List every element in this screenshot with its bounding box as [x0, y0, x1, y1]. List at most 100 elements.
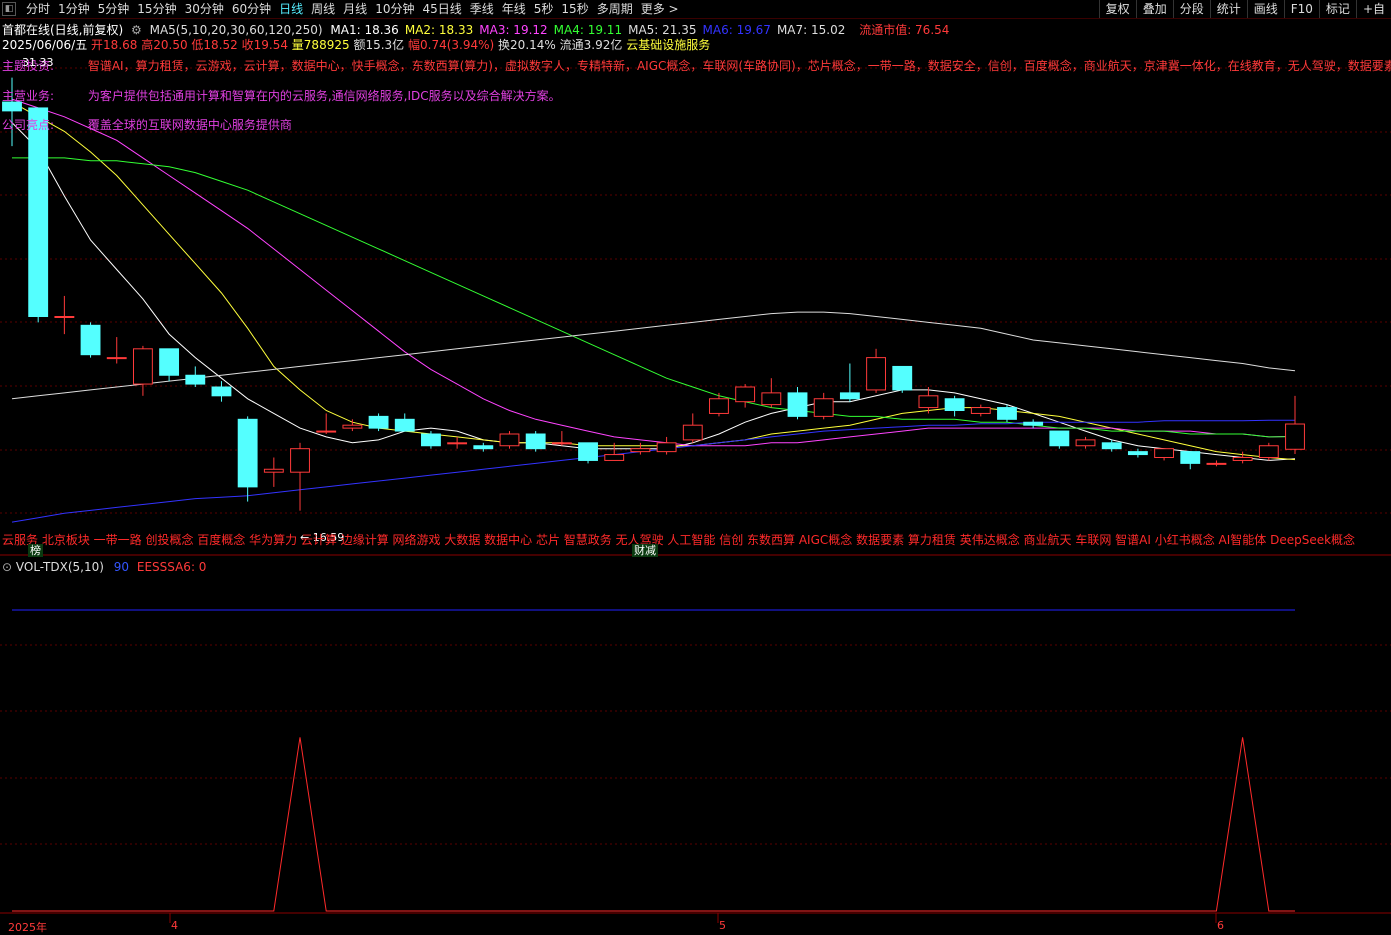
candle-body-43 [1127, 451, 1148, 456]
tab-13[interactable]: 5秒 [530, 0, 558, 18]
tab-4[interactable]: 30分钟 [181, 0, 228, 18]
candle-body-30 [787, 392, 808, 417]
business-label: 主营业务: [2, 89, 55, 103]
ma-value-4: MA4: 19.11 [553, 23, 623, 37]
business-text: 为客户提供包括通用计算和智算在内的云服务,通信网络服务,IDC服务以及综合解决方… [87, 89, 561, 103]
ma-values: MA1: 18.36 MA2: 18.33 MA3: 19.12 MA4: 19.11… [330, 23, 851, 37]
tab-5[interactable]: 60分钟 [228, 0, 275, 18]
candle-body-12 [316, 430, 337, 433]
candle-body-36 [944, 398, 965, 411]
candle-body-44 [1154, 448, 1175, 458]
tab-9[interactable]: 10分钟 [371, 0, 418, 18]
candle-body-41 [1075, 439, 1096, 447]
right-tools: 复权 叠加 分段 统计 画线 F10 标记 +自 [1098, 0, 1391, 18]
stock-title: 首都在线(日线,前复权) [2, 23, 124, 37]
header-row-quote: 2025/06/06/五 开18.68 高20.50 低18.52 收19.54… [2, 36, 714, 53]
tool-1[interactable]: 叠加 [1135, 0, 1173, 18]
tab-7[interactable]: 周线 [307, 0, 339, 18]
candle-body-38 [997, 407, 1017, 420]
volume-panel-header: ⊙ VOL-TDX(5,10) 90 EESSSA6: 0 [2, 560, 206, 574]
tool-2[interactable]: 分段 [1172, 0, 1210, 18]
candle-body-39 [1023, 421, 1044, 426]
tab-0[interactable]: 分时 [22, 0, 54, 18]
candle-body-32 [839, 392, 860, 400]
candle-body-42 [1101, 442, 1122, 450]
tab-2[interactable]: 5分钟 [94, 0, 134, 18]
candle-body-6 [159, 348, 180, 376]
quote-volume: 量788925 [291, 38, 350, 52]
quote-low: 低18.52 [191, 38, 238, 52]
quote-open: 开18.68 [91, 38, 138, 52]
candle-body-8 [211, 386, 232, 397]
x-axis-label-year: 2025年 [8, 921, 47, 934]
candle-body-47 [1232, 457, 1253, 461]
candle-body-22 [578, 442, 598, 461]
ma-value-1: MA1: 18.36 [330, 23, 399, 37]
finance-badge[interactable]: 财减 [632, 544, 658, 557]
quote-change: 幅0.74(3.94%) [408, 38, 495, 52]
candle-body-20 [525, 433, 546, 450]
volume-value-1: 90 [113, 560, 130, 574]
period-toolbar: ◧ 分时 1分钟 5分钟 15分钟 30分钟 60分钟 日线 周线 月线 10分钟 45日线 季线 年线… [0, 0, 1391, 19]
ma-line-ma5 [11, 311, 1296, 400]
candle-body-45 [1180, 451, 1201, 464]
ma-value-5: MA5: 21.35 [628, 23, 697, 37]
ma-value-2: MA2: 18.33 [404, 23, 474, 37]
concepts-text: 智谱AI，算力租赁，云游戏，云计算，数据中心，快手概念，东数西算(算力)，虚拟数… [87, 59, 1391, 73]
tool-0[interactable]: 复权 [1098, 0, 1136, 18]
settings-icon[interactable]: ⚙ [131, 23, 142, 37]
candle-body-26 [682, 424, 703, 441]
concepts-row: 主题投资: 智谱AI，算力租赁，云游戏，云计算，数据中心，快手概念，东数西算(算… [2, 57, 1391, 74]
candle-body-1 [28, 107, 49, 317]
candle-body-33 [866, 357, 886, 391]
list-badge[interactable]: 榜 [28, 544, 43, 557]
candle-body-27 [709, 398, 729, 414]
tool-5[interactable]: F10 [1283, 0, 1319, 18]
ma-value-3: MA3: 19.12 [479, 23, 548, 37]
quote-close: 收19.54 [241, 38, 288, 52]
candle-body-14 [368, 415, 389, 429]
candle-body-46 [1206, 462, 1227, 465]
bottom-concepts: 云服务 北京板块 一带一路 创投概念 百度概念 华为算力 云计算 边缘计算 网络… [2, 533, 1356, 547]
tab-10[interactable]: 45日线 [418, 0, 465, 18]
ma-line-ma2 [11, 101, 1296, 461]
tab-6[interactable]: 日线 [275, 0, 307, 18]
tool-3[interactable]: 统计 [1209, 0, 1247, 18]
period-tabs: 分时 1分钟 5分钟 15分钟 30分钟 60分钟 日线 周线 月线 10分钟 45日线 季线 年线 5秒… [22, 0, 683, 18]
menu-toggle-icon[interactable]: ◧ [2, 2, 16, 16]
tool-7[interactable]: +自 [1355, 0, 1391, 18]
tab-16[interactable]: 更多 > [637, 0, 683, 18]
candle-body-23 [604, 454, 625, 461]
candle-body-9 [237, 418, 258, 488]
profile-label: 公司亮点: [2, 118, 55, 132]
candle-body-11 [290, 448, 310, 473]
kline-chart[interactable] [0, 18, 1391, 932]
tab-8[interactable]: 月线 [339, 0, 371, 18]
candle-body-28 [735, 386, 756, 403]
high-price-marker: 31.33 [22, 56, 54, 69]
quote-industry: 云基础设施服务 [626, 38, 711, 52]
tool-6[interactable]: 标记 [1318, 0, 1356, 18]
tab-3[interactable]: 15分钟 [133, 0, 180, 18]
tab-12[interactable]: 年线 [498, 0, 530, 18]
candle-body-40 [1049, 430, 1070, 447]
candle-body-5 [132, 348, 153, 385]
volume-title[interactable]: VOL-TDX(5,10) [16, 560, 104, 574]
candle-body-19 [499, 433, 520, 447]
quote-float-shares: 流通3.92亿 [559, 38, 623, 52]
candle-body-29 [761, 392, 782, 406]
candle-body-7 [185, 374, 206, 385]
tab-11[interactable]: 季线 [466, 0, 498, 18]
tab-14[interactable]: 15秒 [557, 0, 592, 18]
candle-body-21 [551, 442, 572, 445]
candle-body-4 [106, 357, 127, 360]
quote-high: 高20.50 [141, 38, 188, 52]
float-market-cap: 流通市值: 76.54 [859, 23, 950, 37]
ma-value-7: MA7: 15.02 [776, 23, 846, 37]
collapse-icon[interactable]: ⊙ [2, 560, 12, 574]
tab-15[interactable]: 多周期 [593, 0, 637, 18]
ma-value-6: MA6: 19.67 [702, 23, 771, 37]
tab-1[interactable]: 1分钟 [54, 0, 94, 18]
tool-4[interactable]: 画线 [1246, 0, 1284, 18]
quote-turnover: 换20.14% [498, 38, 556, 52]
